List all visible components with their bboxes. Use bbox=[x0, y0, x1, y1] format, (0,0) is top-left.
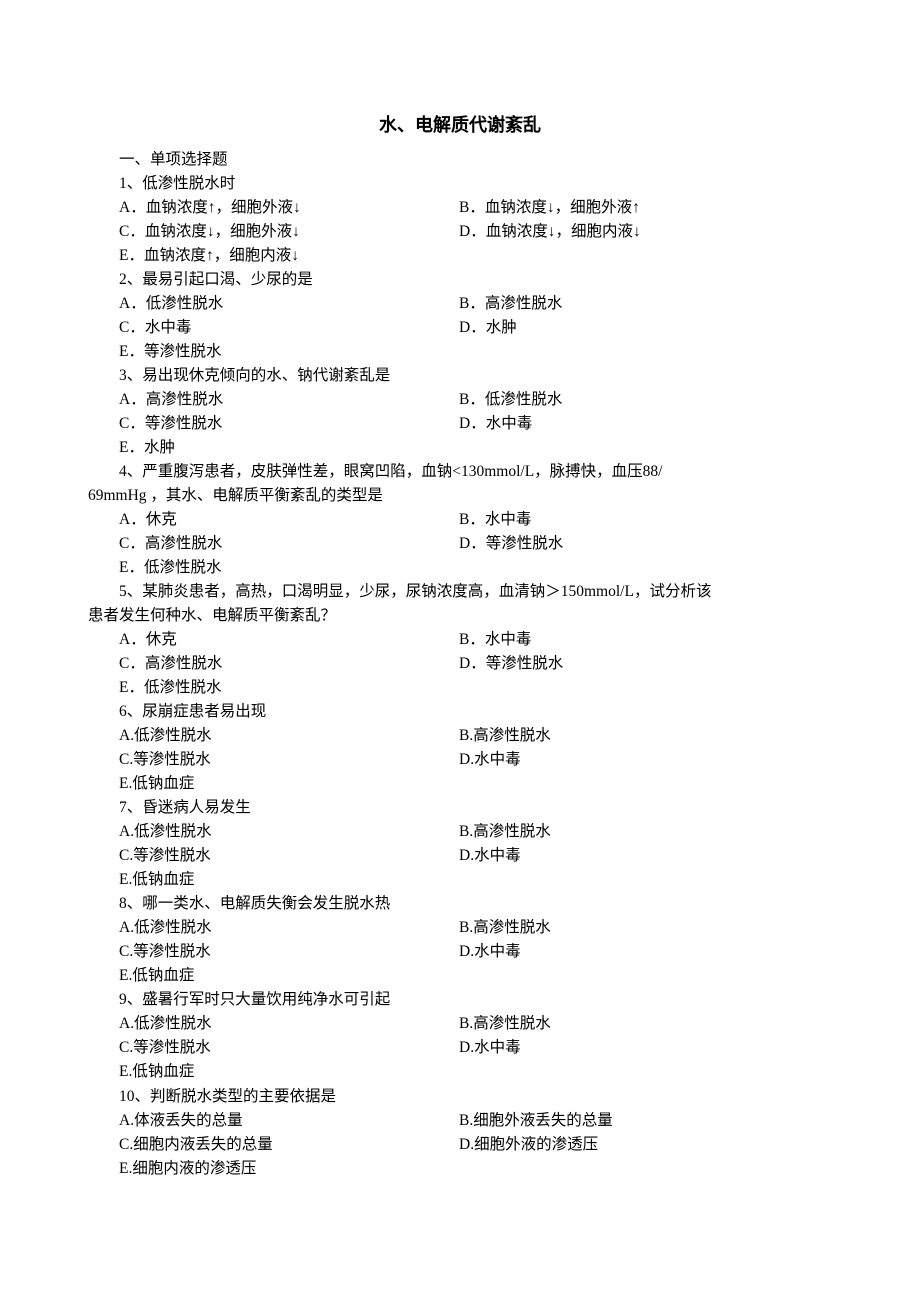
option-row: A.低渗性脱水B.高渗性脱水 bbox=[88, 820, 832, 844]
option-row: C.等渗性脱水D.水中毒 bbox=[88, 748, 832, 772]
option: B．高渗性脱水 bbox=[459, 292, 832, 316]
option-row: A.低渗性脱水B.高渗性脱水 bbox=[88, 1012, 832, 1036]
option: B.高渗性脱水 bbox=[459, 916, 832, 940]
option: A．高渗性脱水 bbox=[119, 388, 459, 412]
option-row: E.低钠血症 bbox=[88, 1060, 832, 1084]
option: D.水中毒 bbox=[459, 1036, 832, 1060]
option: D．水肿 bbox=[459, 316, 832, 340]
option-row: A．血钠浓度↑，细胞外液↓B．血钠浓度↓，细胞外液↑ bbox=[88, 196, 832, 220]
option: C．等渗性脱水 bbox=[119, 412, 459, 436]
option: C.等渗性脱水 bbox=[119, 748, 459, 772]
option: C.等渗性脱水 bbox=[119, 940, 459, 964]
option-row: E.细胞内液的渗透压 bbox=[88, 1157, 832, 1181]
option: D.水中毒 bbox=[459, 844, 832, 868]
option-row: C.等渗性脱水D.水中毒 bbox=[88, 940, 832, 964]
option: E.低钠血症 bbox=[119, 964, 459, 988]
option: C.细胞内液丢失的总量 bbox=[119, 1133, 459, 1157]
option-row: A．休克B．水中毒 bbox=[88, 628, 832, 652]
question-stem: 4、严重腹泻患者，皮肤弹性差，眼窝凹陷，血钠<130mmol/L，脉搏快，血压8… bbox=[88, 460, 832, 484]
option: E．低渗性脱水 bbox=[119, 676, 459, 700]
option: E．等渗性脱水 bbox=[119, 340, 459, 364]
option-row: C．高渗性脱水D．等渗性脱水 bbox=[88, 652, 832, 676]
question-stem: 1、低渗性脱水时 bbox=[88, 172, 832, 196]
question-stem: 10、判断脱水类型的主要依据是 bbox=[88, 1085, 832, 1109]
question-list: 1、低渗性脱水时A．血钠浓度↑，细胞外液↓B．血钠浓度↓，细胞外液↑C．血钠浓度… bbox=[88, 172, 832, 1181]
option: D.水中毒 bbox=[459, 940, 832, 964]
option: A．血钠浓度↑，细胞外液↓ bbox=[119, 196, 459, 220]
question-stem: 2、最易引起口渴、少尿的是 bbox=[88, 268, 832, 292]
option-row: E．低渗性脱水 bbox=[88, 676, 832, 700]
option: C．高渗性脱水 bbox=[119, 532, 459, 556]
option: A.体液丢失的总量 bbox=[119, 1109, 459, 1133]
question-stem: 9、盛暑行军时只大量饮用纯净水可引起 bbox=[88, 988, 832, 1012]
option: E.细胞内液的渗透压 bbox=[119, 1157, 459, 1181]
option-row: A．高渗性脱水B．低渗性脱水 bbox=[88, 388, 832, 412]
option-row: C．血钠浓度↓，细胞外液↓D．血钠浓度↓，细胞内液↓ bbox=[88, 220, 832, 244]
question-stem: 7、昏迷病人易发生 bbox=[88, 796, 832, 820]
option: A.低渗性脱水 bbox=[119, 724, 459, 748]
option: A．休克 bbox=[119, 508, 459, 532]
option: B．低渗性脱水 bbox=[459, 388, 832, 412]
option-row: C．水中毒D．水肿 bbox=[88, 316, 832, 340]
option: A．休克 bbox=[119, 628, 459, 652]
question-stem: 3、易出现休克倾向的水、钠代谢紊乱是 bbox=[88, 364, 832, 388]
option-row: A．低渗性脱水B．高渗性脱水 bbox=[88, 292, 832, 316]
option: C.等渗性脱水 bbox=[119, 844, 459, 868]
option-row: C．等渗性脱水D．水中毒 bbox=[88, 412, 832, 436]
option: D．等渗性脱水 bbox=[459, 532, 832, 556]
option: E.低钠血症 bbox=[119, 772, 459, 796]
option-row: C.等渗性脱水D.水中毒 bbox=[88, 1036, 832, 1060]
option: E．低渗性脱水 bbox=[119, 556, 459, 580]
option-row: C.细胞内液丢失的总量D.细胞外液的渗透压 bbox=[88, 1133, 832, 1157]
option-row: A.低渗性脱水B.高渗性脱水 bbox=[88, 724, 832, 748]
option: A.低渗性脱水 bbox=[119, 916, 459, 940]
option: E．血钠浓度↑，细胞内液↓ bbox=[119, 244, 459, 268]
option: E．水肿 bbox=[119, 436, 459, 460]
document-title: 水、电解质代谢紊乱 bbox=[88, 112, 832, 140]
option-row: C．高渗性脱水D．等渗性脱水 bbox=[88, 532, 832, 556]
question-stem: 8、哪一类水、电解质失衡会发生脱水热 bbox=[88, 892, 832, 916]
question-stem-cont: 69mmHg ，其水、电解质平衡紊乱的类型是 bbox=[88, 484, 832, 508]
option: B．血钠浓度↓，细胞外液↑ bbox=[459, 196, 832, 220]
option: B.高渗性脱水 bbox=[459, 724, 832, 748]
option-row: E.低钠血症 bbox=[88, 868, 832, 892]
option: D.水中毒 bbox=[459, 748, 832, 772]
option: B．水中毒 bbox=[459, 508, 832, 532]
option-row: E.低钠血症 bbox=[88, 772, 832, 796]
option: C．水中毒 bbox=[119, 316, 459, 340]
option: B.细胞外液丢失的总量 bbox=[459, 1109, 832, 1133]
option-row: E．低渗性脱水 bbox=[88, 556, 832, 580]
option: D．血钠浓度↓，细胞内液↓ bbox=[459, 220, 832, 244]
option-row: E.低钠血症 bbox=[88, 964, 832, 988]
section-heading: 一、单项选择题 bbox=[88, 148, 832, 172]
option: B．水中毒 bbox=[459, 628, 832, 652]
option-row: C.等渗性脱水D.水中毒 bbox=[88, 844, 832, 868]
option: C．高渗性脱水 bbox=[119, 652, 459, 676]
document-page: 水、电解质代谢紊乱 一、单项选择题 1、低渗性脱水时A．血钠浓度↑，细胞外液↓B… bbox=[0, 0, 920, 1302]
option: A.低渗性脱水 bbox=[119, 820, 459, 844]
option: B.高渗性脱水 bbox=[459, 1012, 832, 1036]
question-stem-cont: 患者发生何种水、电解质平衡紊乱？ bbox=[88, 604, 832, 628]
option: A．低渗性脱水 bbox=[119, 292, 459, 316]
option: D．水中毒 bbox=[459, 412, 832, 436]
option-row: E．血钠浓度↑，细胞内液↓ bbox=[88, 244, 832, 268]
option-row: E．水肿 bbox=[88, 436, 832, 460]
option: B.高渗性脱水 bbox=[459, 820, 832, 844]
option: D．等渗性脱水 bbox=[459, 652, 832, 676]
option: E.低钠血症 bbox=[119, 1060, 459, 1084]
option: C．血钠浓度↓，细胞外液↓ bbox=[119, 220, 459, 244]
option-row: A.低渗性脱水B.高渗性脱水 bbox=[88, 916, 832, 940]
option-row: A.体液丢失的总量B.细胞外液丢失的总量 bbox=[88, 1109, 832, 1133]
question-stem: 5、某肺炎患者，高热，口渴明显，少尿，尿钠浓度高，血清钠＞150mmol/L，试… bbox=[88, 580, 832, 604]
option: E.低钠血症 bbox=[119, 868, 459, 892]
question-stem: 6、尿崩症患者易出现 bbox=[88, 700, 832, 724]
option: D.细胞外液的渗透压 bbox=[459, 1133, 832, 1157]
option-row: A．休克B．水中毒 bbox=[88, 508, 832, 532]
option: A.低渗性脱水 bbox=[119, 1012, 459, 1036]
option-row: E．等渗性脱水 bbox=[88, 340, 832, 364]
option: C.等渗性脱水 bbox=[119, 1036, 459, 1060]
